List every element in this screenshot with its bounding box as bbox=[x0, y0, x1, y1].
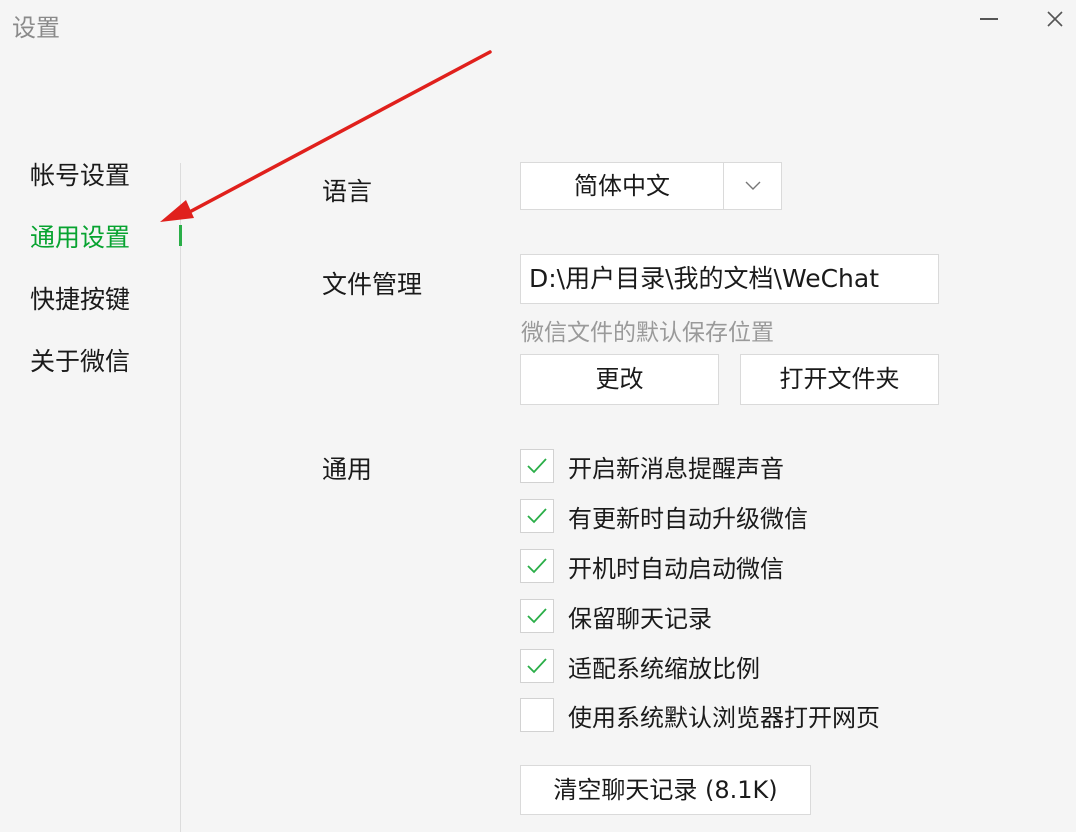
chevron-down-icon bbox=[745, 181, 760, 190]
arrow-head-icon bbox=[160, 200, 194, 222]
checkbox[interactable] bbox=[520, 698, 554, 732]
sidebar-item-general[interactable]: 通用设置 bbox=[30, 218, 130, 254]
checkbox[interactable] bbox=[520, 549, 554, 583]
file-management-label: 文件管理 bbox=[322, 270, 423, 299]
option-label: 有更新时自动升级微信 bbox=[568, 504, 808, 533]
language-select[interactable]: 简体中文 bbox=[520, 162, 782, 210]
checkmark-icon bbox=[527, 558, 547, 574]
checkmark-icon bbox=[527, 658, 547, 674]
window-title: 设置 bbox=[12, 14, 60, 42]
clear-chat-history-button[interactable]: 清空聊天记录 (8.1K) bbox=[520, 765, 811, 815]
close-button[interactable] bbox=[1038, 6, 1072, 32]
checkmark-icon bbox=[527, 508, 547, 524]
sidebar-divider bbox=[180, 163, 181, 832]
option-label: 保留聊天记录 bbox=[568, 604, 712, 633]
checkmark-icon bbox=[527, 458, 547, 474]
option-auto-update[interactable]: 有更新时自动升级微信 bbox=[520, 498, 808, 534]
language-label: 语言 bbox=[322, 177, 373, 206]
general-label: 通用 bbox=[322, 455, 373, 484]
file-path-hint: 微信文件的默认保存位置 bbox=[521, 320, 774, 346]
sidebar-item-shortcuts[interactable]: 快捷按键 bbox=[30, 280, 130, 316]
file-path-field[interactable]: D:\用户目录\我的文档\WeChat bbox=[520, 254, 939, 304]
checkbox[interactable] bbox=[520, 449, 554, 483]
change-path-button[interactable]: 更改 bbox=[520, 354, 719, 405]
checkmark-icon bbox=[527, 608, 547, 624]
option-system-scaling[interactable]: 适配系统缩放比例 bbox=[520, 648, 760, 684]
option-label: 使用系统默认浏览器打开网页 bbox=[568, 703, 880, 732]
option-label: 开机时自动启动微信 bbox=[568, 554, 784, 583]
open-folder-button[interactable]: 打开文件夹 bbox=[740, 354, 939, 405]
option-label: 适配系统缩放比例 bbox=[568, 654, 760, 683]
option-default-browser[interactable]: 使用系统默认浏览器打开网页 bbox=[520, 697, 880, 733]
option-label: 开启新消息提醒声音 bbox=[568, 454, 784, 483]
checkbox[interactable] bbox=[520, 649, 554, 683]
checkbox[interactable] bbox=[520, 599, 554, 633]
option-keep-chat-history[interactable]: 保留聊天记录 bbox=[520, 598, 712, 634]
option-start-on-boot[interactable]: 开机时自动启动微信 bbox=[520, 548, 784, 584]
sidebar-item-about[interactable]: 关于微信 bbox=[30, 342, 130, 378]
minimize-icon bbox=[980, 18, 998, 20]
language-dropdown-button[interactable] bbox=[724, 163, 781, 209]
option-new-message-sound[interactable]: 开启新消息提醒声音 bbox=[520, 448, 784, 484]
active-tab-indicator bbox=[179, 225, 182, 246]
minimize-button[interactable] bbox=[972, 6, 1006, 32]
language-select-value: 简体中文 bbox=[574, 172, 670, 200]
sidebar-item-account[interactable]: 帐号设置 bbox=[30, 156, 130, 192]
checkbox[interactable] bbox=[520, 499, 554, 533]
close-icon bbox=[1047, 11, 1063, 27]
